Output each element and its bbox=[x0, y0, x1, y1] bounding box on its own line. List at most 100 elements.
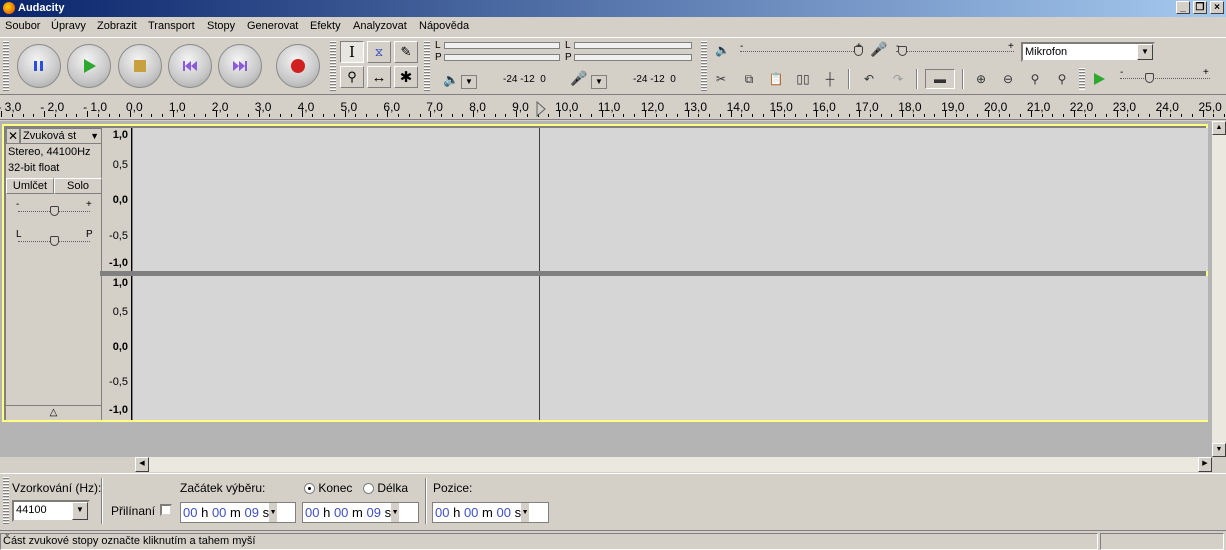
toolbar-grip[interactable] bbox=[1079, 68, 1085, 90]
ruler-label: 2,0 bbox=[211, 100, 229, 114]
fit-project-button[interactable]: ⚲ bbox=[1051, 69, 1073, 89]
scroll-up-button[interactable]: ▲ bbox=[1212, 121, 1226, 135]
paste-button[interactable]: 📋 bbox=[765, 69, 787, 89]
ruler-minor-tick bbox=[794, 114, 796, 117]
menu-transport[interactable]: Transport bbox=[148, 20, 195, 32]
collapse-track-button[interactable]: △ bbox=[6, 405, 101, 420]
input-source-value: Mikrofon bbox=[1025, 46, 1068, 58]
toolbar-grip[interactable] bbox=[3, 477, 9, 525]
ruler-minor-tick bbox=[312, 114, 314, 117]
menu-stopy[interactable]: Stopy bbox=[207, 20, 235, 32]
menu-efekty[interactable]: Efekty bbox=[310, 20, 341, 32]
end-radio[interactable]: Konec bbox=[304, 481, 352, 495]
track-format: Stereo, 44100Hz bbox=[8, 146, 91, 158]
ruler-minor-tick bbox=[709, 114, 711, 117]
record-icon bbox=[291, 59, 305, 73]
menu-soubor[interactable]: Soubor bbox=[5, 20, 40, 32]
horizontal-scrollbar[interactable]: ◀ ▶ bbox=[135, 457, 1212, 472]
track-name-menu[interactable]: Zvuková st ▼ bbox=[20, 128, 102, 144]
length-radio[interactable]: Délka bbox=[363, 481, 408, 495]
scissors-icon: ✂ bbox=[715, 72, 727, 86]
rec-meter-menu-button[interactable]: ▼ bbox=[591, 75, 607, 89]
silence-button[interactable]: ┼ bbox=[819, 69, 841, 89]
ruler-label: 14,0 bbox=[726, 100, 750, 114]
zoom-out-button[interactable]: ⊖ bbox=[997, 69, 1019, 89]
window-title: Audacity bbox=[18, 2, 65, 14]
menu-upravy[interactable]: Úpravy bbox=[51, 20, 86, 32]
output-volume-slider[interactable] bbox=[854, 46, 863, 56]
draw-tool-button[interactable]: ✎ bbox=[394, 41, 418, 63]
skip-end-button[interactable] bbox=[218, 44, 262, 88]
seconds-value: 09 bbox=[366, 505, 381, 520]
toolbar-grip[interactable] bbox=[424, 41, 430, 91]
sync-lock-button[interactable]: ▬ bbox=[925, 69, 955, 89]
mute-button[interactable]: Umlčet bbox=[6, 178, 54, 194]
input-volume-slider[interactable] bbox=[898, 46, 907, 56]
chevron-down-icon[interactable]: ▼ bbox=[269, 503, 278, 522]
vertical-scrollbar[interactable]: ▲ ▼ bbox=[1212, 121, 1226, 457]
radio-selected-icon bbox=[304, 483, 315, 495]
track-close-button[interactable]: ✕ bbox=[6, 128, 20, 144]
zoom-tool-button[interactable]: ⚲ bbox=[340, 66, 364, 88]
hours-unit: h bbox=[323, 505, 331, 520]
menu-napoveda[interactable]: Nápověda bbox=[419, 20, 469, 32]
project-rate-select[interactable]: 44100 ▼ bbox=[12, 500, 90, 522]
ruler-minor-tick bbox=[269, 114, 271, 117]
speed-slider[interactable] bbox=[1145, 73, 1154, 83]
selection-tool-button[interactable]: I bbox=[340, 41, 364, 63]
toolbar-grip[interactable] bbox=[701, 68, 707, 90]
selection-start-time[interactable]: 00 h 00 m 09 s▼ bbox=[180, 502, 296, 523]
redo-button[interactable]: ↷ bbox=[887, 69, 909, 89]
left-channel-waveform[interactable] bbox=[133, 128, 1208, 271]
chevron-down-icon: ▼ bbox=[72, 502, 88, 520]
play-meter-menu-button[interactable]: ▼ bbox=[461, 75, 477, 89]
restore-button[interactable]: ❐ bbox=[1193, 1, 1207, 14]
menu-zobrazit[interactable]: Zobrazit bbox=[97, 20, 137, 32]
copy-button[interactable]: ⧉ bbox=[738, 69, 760, 89]
selection-end-time[interactable]: 00 h 00 m 09 s▼ bbox=[302, 502, 419, 523]
ruler-minor-tick bbox=[280, 114, 282, 117]
chevron-down-icon[interactable]: ▼ bbox=[521, 503, 530, 522]
fit-selection-button[interactable]: ⚲ bbox=[1024, 69, 1046, 89]
menu-analyzovat[interactable]: Analyzovat bbox=[353, 20, 407, 32]
scroll-right-button[interactable]: ▶ bbox=[1198, 457, 1212, 472]
pan-slider[interactable] bbox=[50, 236, 59, 246]
toolbar-grip[interactable] bbox=[3, 41, 9, 91]
solo-button[interactable]: Solo bbox=[54, 178, 102, 194]
minutes-unit: m bbox=[482, 505, 493, 520]
play-at-speed-button[interactable] bbox=[1088, 69, 1110, 89]
scroll-left-button[interactable]: ◀ bbox=[135, 457, 149, 472]
play-meter-right bbox=[444, 54, 560, 61]
input-source-select[interactable]: Mikrofon ▼ bbox=[1021, 42, 1155, 62]
ruler-minor-tick bbox=[741, 114, 743, 117]
toolbar-grip[interactable] bbox=[330, 41, 336, 91]
record-button[interactable] bbox=[276, 44, 320, 88]
trim-button[interactable]: ▯▯ bbox=[792, 69, 814, 89]
right-channel-waveform[interactable] bbox=[133, 276, 1208, 420]
chevron-down-icon[interactable]: ▼ bbox=[391, 503, 400, 522]
close-button[interactable]: × bbox=[1210, 1, 1224, 14]
undo-button[interactable]: ↶ bbox=[858, 69, 880, 89]
zoom-in-button[interactable]: ⊕ bbox=[970, 69, 992, 89]
minimize-button[interactable]: _ bbox=[1176, 1, 1190, 14]
snap-checkbox[interactable] bbox=[160, 504, 172, 517]
timeshift-tool-button[interactable]: ↔ bbox=[367, 66, 391, 88]
cut-button[interactable]: ✂ bbox=[710, 69, 732, 89]
gain-slider[interactable] bbox=[50, 206, 59, 216]
timeline-ruler[interactable]: - 3,0 - 2,0 - 1,0 0,0 1,0 2,0 3,0 4,0 5,0 6,0 7,0 8… bbox=[0, 96, 1226, 120]
ruler-minor-tick bbox=[655, 114, 657, 117]
stop-button[interactable] bbox=[118, 44, 162, 88]
ruler-minor-tick bbox=[805, 114, 807, 117]
ruler-minor-tick bbox=[355, 114, 357, 117]
play-button[interactable] bbox=[67, 44, 111, 88]
menu-generovat[interactable]: Generovat bbox=[247, 20, 298, 32]
envelope-tool-button[interactable]: ⧖ bbox=[367, 41, 391, 63]
separator bbox=[425, 478, 427, 524]
skip-start-button[interactable] bbox=[168, 44, 212, 88]
scroll-down-button[interactable]: ▼ bbox=[1212, 443, 1226, 457]
minutes-value: 00 bbox=[463, 505, 479, 520]
audio-position-time[interactable]: 00 h 00 m 00 s▼ bbox=[432, 502, 549, 523]
multi-tool-button[interactable]: ✱ bbox=[394, 66, 418, 88]
pause-button[interactable] bbox=[17, 44, 61, 88]
input-volume-icon: 🎤 bbox=[870, 41, 888, 57]
